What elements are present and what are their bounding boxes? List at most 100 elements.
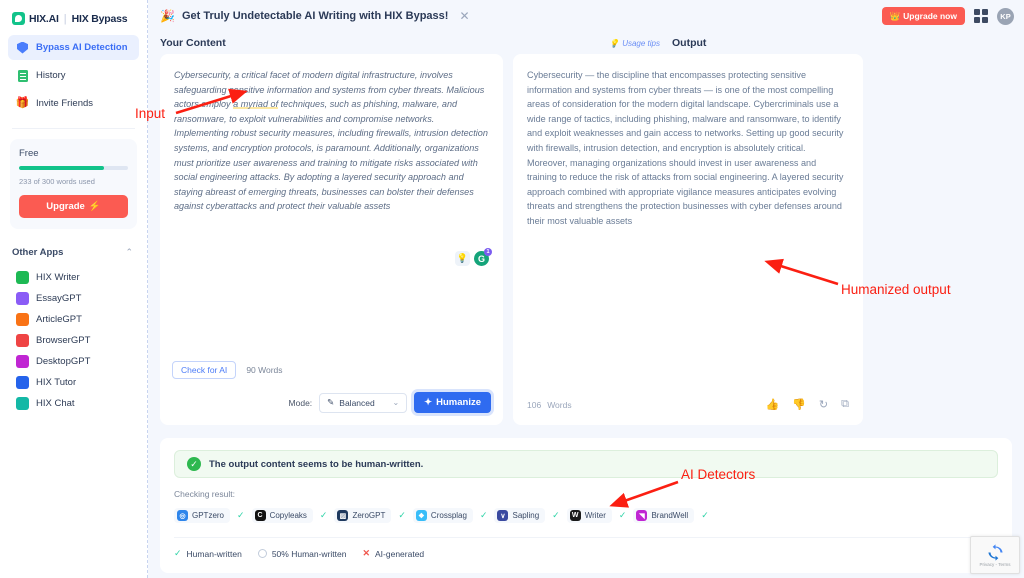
other-apps-list: HIX Writer EssayGPT ArticleGPT BrowserGPT De… [8, 267, 139, 414]
output-word-number: 106 [527, 399, 542, 410]
thumbs-down-icon[interactable]: 👎 [792, 398, 806, 411]
lightbulb-icon[interactable]: 💡 [455, 251, 470, 266]
input-word-count: 90 Words [246, 365, 283, 375]
legend-item: ✕ AI-generated [362, 548, 424, 559]
detector-name: GPTzero [192, 511, 225, 520]
promo-banner-text: Get Truly Undetectable AI Writing with H… [181, 10, 449, 22]
sidebar-app-item[interactable]: ArticleGPT [8, 309, 139, 330]
avatar[interactable]: KP [997, 7, 1014, 25]
sidebar-app-label: DesktopGPT [36, 356, 91, 367]
sidebar-item-bypass-ai-detection[interactable]: Bypass AI Detection [8, 35, 139, 60]
topbar-right: 👑 Upgrade now KP [881, 7, 1014, 25]
sidebar-item-invite-friends[interactable]: 🎁 Invite Friends [8, 91, 139, 116]
input-panel: Cybersecurity, a critical facet of moder… [160, 54, 503, 425]
detector-entry: ◥ BrandWell ✓ [633, 508, 709, 523]
sidebar-app-item[interactable]: BrowserGPT [8, 330, 139, 351]
sidebar-app-item[interactable]: EssayGPT [8, 288, 139, 309]
detector-entry: ❖ Crossplag ✓ [412, 508, 487, 523]
app-icon [16, 355, 29, 368]
input-textarea[interactable]: Cybersecurity, a critical facet of moder… [160, 54, 503, 214]
sidebar-item-label: Invite Friends [36, 98, 94, 109]
recaptcha-icon [987, 543, 1003, 561]
confetti-icon: 🎉 [160, 9, 175, 23]
brand-separator: | [63, 12, 67, 25]
brand[interactable]: HIX.AI | HIX Bypass [8, 8, 139, 35]
detector-entry: W Writer ✓ [566, 508, 626, 523]
input-footer-row-1: Check for AI 90 Words [172, 361, 491, 379]
check-icon: ✓ [237, 510, 245, 520]
sidebar-app-item[interactable]: DesktopGPT [8, 351, 139, 372]
sidebar-item-label: Bypass AI Detection [36, 42, 128, 53]
document-icon [16, 69, 29, 82]
plan-progress-fill [19, 166, 105, 170]
mode-select[interactable]: ✎ Balanced ⌄ [319, 392, 408, 413]
close-icon[interactable]: ✕ [459, 9, 469, 23]
thumbs-up-icon[interactable]: 👍 [766, 398, 780, 411]
upgrade-button[interactable]: Upgrade ⚡ [19, 195, 128, 218]
sidebar-item-history[interactable]: History [8, 63, 139, 88]
output-word-count: 106 Words [527, 400, 572, 410]
detector-logo-icon: ▨ [337, 510, 349, 521]
detector-logo-icon: W [569, 510, 581, 521]
editor-assist-badges: 💡 G1 [455, 248, 492, 266]
usage-tips-link[interactable]: 💡 Usage tips [609, 39, 660, 48]
shield-icon [16, 41, 29, 54]
app-icon [16, 376, 29, 389]
legend-item: 50% Human-written [257, 548, 347, 559]
sidebar-app-label: BrowserGPT [36, 335, 91, 346]
sidebar-app-item[interactable]: HIX Writer [8, 267, 139, 288]
detector-chip[interactable]: ◥ BrandWell [633, 508, 695, 523]
checking-result-label: Checking result: [174, 489, 235, 499]
app-icon [16, 292, 29, 305]
lightbulb-icon: 💡 [609, 38, 620, 48]
crown-icon: 👑 [889, 10, 901, 21]
legend-label: 50% Human-written [271, 548, 347, 559]
detector-list: ◎ GPTzero ✓ C Copyleaks ✓ ▨ ZeroGPT ✓ ❖ Crossplag ✓… [174, 508, 998, 523]
copy-icon[interactable]: ⧉ [841, 398, 849, 411]
check-icon: ✓ [552, 510, 560, 520]
detector-entry: ▨ ZeroGPT ✓ [334, 508, 406, 523]
detector-chip[interactable]: ▨ ZeroGPT [334, 508, 392, 523]
sidebar-app-label: EssayGPT [36, 293, 82, 304]
grammarly-icon[interactable]: G1 [474, 248, 492, 266]
refresh-icon[interactable]: ↻ [819, 398, 828, 411]
apps-grid-icon[interactable] [974, 9, 988, 23]
recaptcha-badge[interactable]: Privacy - Terms [970, 536, 1020, 574]
upgrade-now-button[interactable]: 👑 Upgrade now [881, 7, 965, 25]
app-icon [16, 313, 29, 326]
detector-logo-icon: ◥ [636, 510, 648, 521]
detector-name: ZeroGPT [352, 511, 386, 520]
detector-legend: ✓ Human-written 50% Human-written ✕ AI-gener… [174, 537, 998, 559]
app-icon [16, 397, 29, 410]
brand-name: HIX.AI [29, 12, 59, 25]
detector-chip[interactable]: ∨ Sapling [494, 508, 546, 523]
usage-tips-label: Usage tips [622, 38, 660, 48]
sidebar-app-item[interactable]: HIX Tutor [8, 372, 139, 393]
humanize-button[interactable]: ✦ Humanize [414, 392, 491, 413]
detector-logo-icon: ∨ [497, 510, 509, 521]
check-circle-icon: ✓ [187, 457, 201, 471]
chevron-up-icon[interactable]: ⌃ [125, 247, 133, 258]
check-icon: ✓ [319, 510, 328, 520]
sidebar-app-item[interactable]: HIX Chat [8, 393, 139, 414]
detector-logo-icon: ❖ [415, 510, 427, 521]
detector-chip[interactable]: W Writer [566, 508, 612, 523]
detector-chip[interactable]: C Copyleaks [251, 508, 313, 523]
other-apps-header[interactable]: Other Apps ⌃ [8, 247, 139, 258]
detector-name: Copyleaks [269, 511, 307, 520]
check-for-ai-button[interactable]: Check for AI [172, 361, 237, 379]
app-icon [16, 334, 29, 347]
input-footer-row-2: Mode: ✎ Balanced ⌄ ✦ Humanize [172, 392, 491, 413]
detector-name: BrandWell [651, 511, 689, 520]
detector-chip[interactable]: ❖ Crossplag [412, 508, 473, 523]
upgrade-now-label: Upgrade now [903, 11, 957, 21]
detector-name: Sapling [512, 511, 540, 520]
check-icon: ✓ [398, 510, 406, 520]
check-icon: ✓ [701, 510, 709, 520]
detector-chip[interactable]: ◎ GPTzero [174, 508, 231, 523]
topbar: 🎉 Get Truly Undetectable AI Writing with… [148, 0, 1024, 32]
recaptcha-text: Privacy - Terms [979, 561, 1011, 567]
output-word-label: Words [547, 399, 572, 410]
plan-title: Free [19, 148, 39, 159]
legend-label: Human-written [186, 548, 242, 559]
